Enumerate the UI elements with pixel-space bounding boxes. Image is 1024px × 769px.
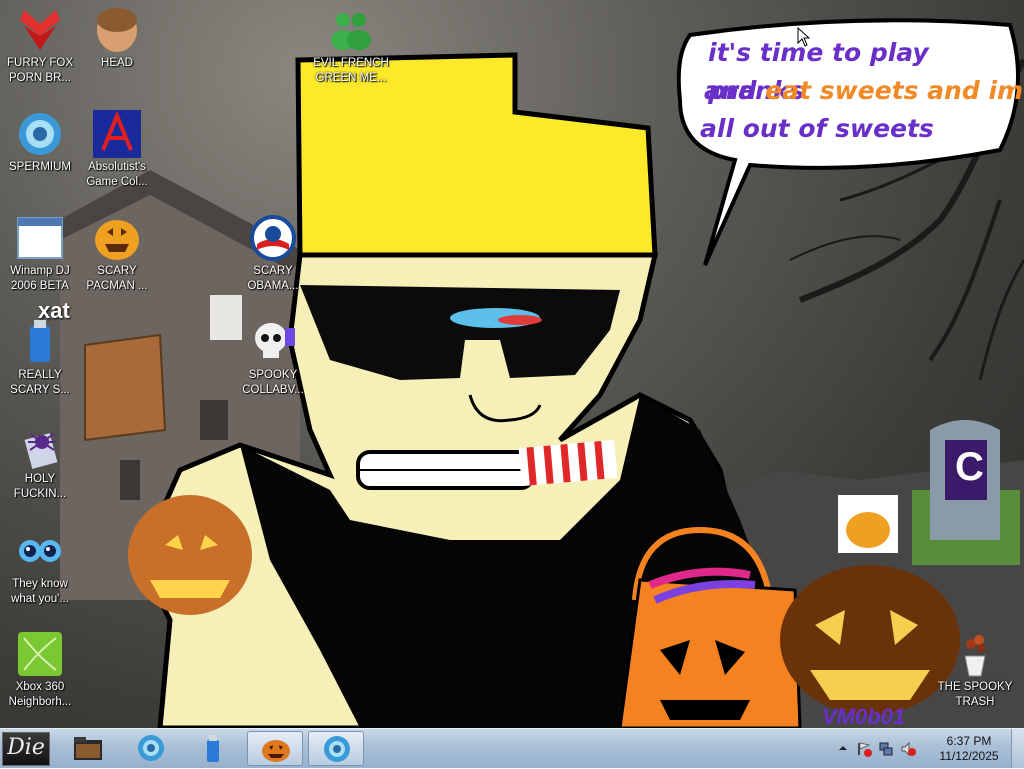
watermark-text: VM0b01 [822, 704, 906, 728]
paper-bag [84, 333, 167, 442]
show-desktop-button[interactable] [1011, 729, 1024, 768]
taskbar-button-browser-2[interactable] [308, 731, 364, 766]
chevron-up-icon[interactable] [838, 743, 854, 759]
taskbar-button-browser[interactable] [123, 731, 179, 766]
pumpkin-left [128, 495, 252, 615]
desktop-icon-holy[interactable]: HOLY FUCKIN... [0, 422, 80, 502]
desktop-icon-winamp[interactable]: Winamp DJ 2006 BETA [0, 214, 80, 294]
volume-muted-icon[interactable] [900, 741, 916, 757]
browser-icon [19, 113, 61, 155]
taskbar-button-usb[interactable] [185, 731, 241, 766]
taskbar-button-pumpkin[interactable] [247, 731, 303, 766]
messenger-icon [331, 13, 371, 50]
action-center-flag-icon[interactable] [856, 741, 872, 757]
usb-drive-icon [207, 735, 219, 762]
pumpkin-icon [262, 740, 290, 762]
eyes-icon [19, 540, 61, 562]
system-tray: 6:37 PM 11/12/2025 [834, 729, 1024, 769]
desktop-icon-absolutist[interactable]: Absolutist's Game Col... [77, 110, 157, 190]
head-icon [97, 8, 137, 52]
desktop-icon-spooky-collab[interactable]: SPOOKY COLLABV... [233, 318, 313, 398]
desktop-icon-trash[interactable]: THE SPOOKY TRASH [935, 630, 1015, 710]
pacman-pumpkin-icon [95, 220, 139, 260]
start-button[interactable]: Die [2, 732, 50, 766]
small-pumpkin-picture [838, 495, 898, 553]
mouse-cursor [797, 27, 811, 47]
winamp-icon [17, 217, 63, 259]
speech-line-3: all out of sweets [700, 114, 934, 143]
usb-drive-icon [30, 320, 50, 362]
obama-logo-icon [250, 215, 296, 261]
desktop: it's time to play pranks and eat sweets … [0, 0, 1024, 728]
network-icon[interactable] [878, 741, 894, 757]
desktop-icon-scary-pacman[interactable]: SCARY PACMAN ... [77, 214, 157, 294]
pumpkin-glowing [780, 565, 960, 715]
clock-time: 6:37 PM [946, 734, 992, 748]
desktop-icon-head[interactable]: HEAD [77, 6, 157, 71]
browser-icon [138, 735, 164, 761]
trash-icon [964, 635, 986, 677]
browser-icon [324, 736, 350, 762]
tombstone [912, 420, 1020, 565]
xbox-icon [18, 632, 62, 676]
desktop-icon-xbox[interactable]: Xbox 360 Neighborh... [0, 630, 80, 710]
desktop-icon-furry-fox[interactable]: FURRY FOX PORN BR... [0, 6, 80, 86]
clock[interactable]: 6:37 PM 11/12/2025 [934, 734, 1004, 764]
speech-line-2: and eat sweets and im [704, 76, 1024, 105]
desktop-icon-they-know[interactable]: They know what you'... [0, 527, 80, 607]
skull-icon [255, 323, 295, 358]
game-collection-icon [93, 110, 141, 158]
desktop-icon-spermium[interactable]: SPERMIUM [0, 110, 80, 175]
desktop-icon-scary-obama[interactable]: SCARY OBAMA... [233, 214, 313, 294]
red-fox-icon [20, 10, 60, 50]
clock-date: 11/12/2025 [939, 749, 999, 763]
tombstone-letter: C [955, 445, 984, 489]
taskbar-button-explorer[interactable] [60, 731, 116, 766]
spider-icon [24, 433, 58, 469]
folder-icon [74, 737, 102, 760]
taskbar: Die 6:37 PM 11/12/2025 [0, 728, 1024, 768]
desktop-icon-evil-french[interactable]: EVIL FRENCH GREEN ME... [311, 6, 391, 86]
desktop-icon-really-scary[interactable]: REALLY SCARY S... [0, 318, 80, 398]
